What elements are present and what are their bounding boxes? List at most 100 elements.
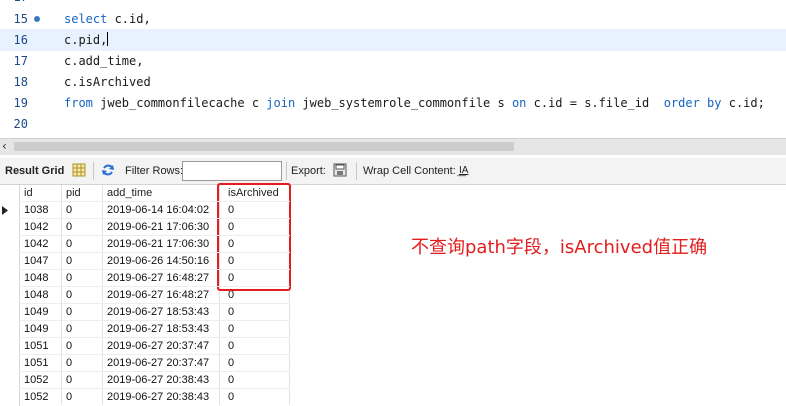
cell-id[interactable]: 1042 bbox=[24, 219, 48, 236]
cell-isarchived[interactable]: 0 bbox=[228, 304, 234, 321]
cell-isarchived[interactable]: 0 bbox=[228, 389, 234, 406]
cell-id[interactable]: 1051 bbox=[24, 355, 48, 372]
cell-isarchived[interactable]: 0 bbox=[228, 372, 234, 389]
editor-line[interactable]: 18 c.isArchived bbox=[0, 71, 786, 93]
cell-add_time[interactable]: 2019-06-27 16:48:27 bbox=[107, 287, 209, 304]
statement-marker-icon bbox=[34, 16, 40, 22]
cell-pid[interactable]: 0 bbox=[66, 202, 72, 219]
cell-id[interactable]: 1047 bbox=[24, 253, 48, 270]
row-divider bbox=[19, 201, 290, 202]
toolbar-separator bbox=[93, 162, 94, 180]
cell-add_time[interactable]: 2019-06-27 20:37:47 bbox=[107, 355, 209, 372]
sql-editor[interactable]: 17 15 select c.id, 16 c.pid, 17 c.add_time, 18 c… bbox=[0, 0, 786, 138]
code-text[interactable]: from jweb_commonfilecache c join jweb_sy… bbox=[64, 92, 765, 114]
row-indicator[interactable] bbox=[0, 236, 20, 253]
row-indicator[interactable] bbox=[0, 304, 20, 321]
code-text[interactable]: c.isArchived bbox=[64, 71, 151, 93]
table-row[interactable]: 1049 0 2019-06-27 18:53:43 0 bbox=[0, 304, 290, 321]
wrap-cell-content-label: Wrap Cell Content: bbox=[363, 165, 456, 177]
cell-add_time[interactable]: 2019-06-27 18:53:43 bbox=[107, 321, 209, 338]
cell-pid[interactable]: 0 bbox=[66, 389, 72, 406]
cell-add_time[interactable]: 2019-06-14 16:04:02 bbox=[107, 202, 209, 219]
cell-pid[interactable]: 0 bbox=[66, 253, 72, 270]
cell-id[interactable]: 1049 bbox=[24, 321, 48, 338]
code-text[interactable]: c.pid, bbox=[64, 29, 109, 51]
editor-line[interactable]: 17 c.add_time, bbox=[0, 50, 786, 72]
column-header-add_time[interactable]: add_time bbox=[107, 185, 152, 202]
row-indicator-header bbox=[0, 185, 20, 202]
cell-add_time[interactable]: 2019-06-26 14:50:16 bbox=[107, 253, 209, 270]
cell-isarchived[interactable]: 0 bbox=[228, 338, 234, 355]
code-text[interactable]: c.add_time, bbox=[64, 50, 143, 72]
row-divider bbox=[19, 252, 290, 253]
export-icon[interactable] bbox=[333, 163, 347, 177]
cell-id[interactable]: 1042 bbox=[24, 236, 48, 253]
row-indicator[interactable] bbox=[0, 372, 20, 389]
editor-line[interactable]: 20 bbox=[0, 113, 786, 135]
row-divider bbox=[19, 337, 290, 338]
row-indicator[interactable] bbox=[0, 389, 20, 406]
line-number: 15 bbox=[13, 12, 28, 26]
row-indicator[interactable] bbox=[0, 338, 20, 355]
cell-isarchived[interactable]: 0 bbox=[228, 355, 234, 372]
row-indicator[interactable] bbox=[0, 355, 20, 372]
cell-pid[interactable]: 0 bbox=[66, 338, 72, 355]
cell-pid[interactable]: 0 bbox=[66, 321, 72, 338]
cell-add_time[interactable]: 2019-06-21 17:06:30 bbox=[107, 236, 209, 253]
row-divider bbox=[19, 218, 290, 219]
editor-horizontal-scrollbar[interactable]: ‹ bbox=[0, 138, 786, 155]
cell-pid[interactable]: 0 bbox=[66, 304, 72, 321]
cell-pid[interactable]: 0 bbox=[66, 219, 72, 236]
cell-add_time[interactable]: 2019-06-27 20:38:43 bbox=[107, 389, 209, 406]
cell-id[interactable]: 1048 bbox=[24, 270, 48, 287]
scrollbar-thumb[interactable] bbox=[14, 142, 514, 151]
cell-id[interactable]: 1038 bbox=[24, 202, 48, 219]
filter-rows-label: Filter Rows: bbox=[125, 165, 184, 177]
line-number: 17 bbox=[0, 0, 28, 8]
table-row[interactable]: 1052 0 2019-06-27 20:38:43 0 bbox=[0, 389, 290, 406]
cell-add_time[interactable]: 2019-06-27 16:48:27 bbox=[107, 270, 209, 287]
row-divider bbox=[19, 388, 290, 389]
line-number: 19 bbox=[13, 96, 28, 110]
cell-pid[interactable]: 0 bbox=[66, 270, 72, 287]
row-indicator[interactable] bbox=[0, 287, 20, 304]
grid-view-icon[interactable] bbox=[72, 163, 86, 177]
table-row[interactable]: 1051 0 2019-06-27 20:37:47 0 bbox=[0, 338, 290, 355]
editor-line[interactable]: 17 bbox=[0, 0, 786, 8]
table-row[interactable]: 1051 0 2019-06-27 20:37:47 0 bbox=[0, 355, 290, 372]
cell-add_time[interactable]: 2019-06-27 20:37:47 bbox=[107, 338, 209, 355]
cell-id[interactable]: 1052 bbox=[24, 372, 48, 389]
table-row[interactable]: 1049 0 2019-06-27 18:53:43 0 bbox=[0, 321, 290, 338]
refresh-icon[interactable] bbox=[101, 163, 115, 177]
scroll-left-arrow-icon[interactable]: ‹ bbox=[2, 139, 7, 154]
cell-pid[interactable]: 0 bbox=[66, 355, 72, 372]
cell-id[interactable]: 1052 bbox=[24, 389, 48, 406]
row-indicator[interactable] bbox=[0, 253, 20, 270]
cell-id[interactable]: 1049 bbox=[24, 304, 48, 321]
row-indicator[interactable] bbox=[0, 270, 20, 287]
column-header-id[interactable]: id bbox=[24, 185, 33, 202]
cell-isarchived[interactable]: 0 bbox=[228, 321, 234, 338]
wrap-text-icon[interactable]: I͟A bbox=[459, 158, 468, 184]
editor-line[interactable]: 15 select c.id, bbox=[0, 8, 786, 30]
result-grid-label: Result Grid bbox=[5, 165, 65, 177]
cell-id[interactable]: 1051 bbox=[24, 338, 48, 355]
table-row[interactable]: 1052 0 2019-06-27 20:38:43 0 bbox=[0, 372, 290, 389]
filter-rows-input[interactable] bbox=[182, 161, 282, 181]
line-number: 16 bbox=[13, 33, 28, 47]
column-header-pid[interactable]: pid bbox=[66, 185, 81, 202]
cell-pid[interactable]: 0 bbox=[66, 236, 72, 253]
cell-pid[interactable]: 0 bbox=[66, 372, 72, 389]
cell-add_time[interactable]: 2019-06-27 18:53:43 bbox=[107, 304, 209, 321]
code-text[interactable]: select c.id, bbox=[64, 8, 151, 30]
editor-line[interactable]: 16 c.pid, bbox=[0, 29, 786, 51]
editor-line[interactable]: 19 from jweb_commonfilecache c join jweb_… bbox=[0, 92, 786, 114]
cell-pid[interactable]: 0 bbox=[66, 287, 72, 304]
cell-add_time[interactable]: 2019-06-21 17:06:30 bbox=[107, 219, 209, 236]
cell-id[interactable]: 1048 bbox=[24, 287, 48, 304]
row-indicator[interactable] bbox=[0, 321, 20, 338]
row-indicator[interactable] bbox=[0, 202, 20, 219]
cell-add_time[interactable]: 2019-06-27 20:38:43 bbox=[107, 372, 209, 389]
toolbar-separator bbox=[286, 162, 287, 180]
row-indicator[interactable] bbox=[0, 219, 20, 236]
